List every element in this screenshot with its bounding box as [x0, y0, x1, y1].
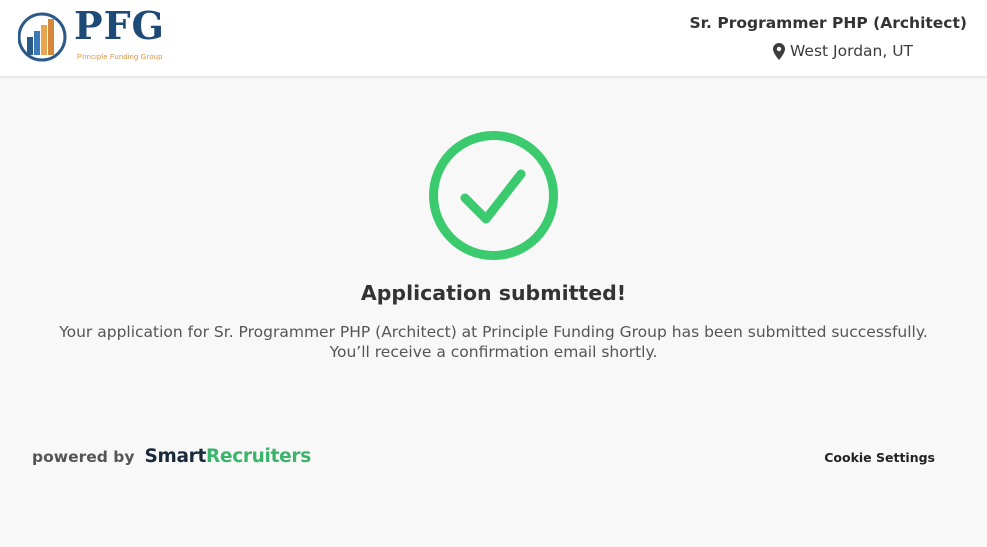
- pfg-bar-chart-icon: [18, 12, 67, 62]
- success-check-icon: [428, 130, 559, 261]
- powered-by-label: powered by: [32, 447, 135, 466]
- logo-wordmark: PFG: [74, 3, 166, 48]
- logo-subtitle: Principle Funding Group: [77, 52, 163, 61]
- cookie-settings-link[interactable]: Cookie Settings: [824, 450, 935, 465]
- location-text: West Jordan, UT: [790, 42, 914, 60]
- check-circle-icon: [429, 131, 558, 260]
- confirmation-heading: Application submitted!: [360, 281, 627, 305]
- job-location: West Jordan, UT: [773, 42, 913, 60]
- map-pin-icon: [773, 42, 785, 60]
- smartrecruiters-logo[interactable]: SmartRecruiters: [144, 446, 311, 467]
- confirmation-message: Your application for Sr. Programmer PHP …: [59, 323, 928, 361]
- company-logo[interactable]: PFG Principle Funding Group: [18, 3, 178, 66]
- job-title: Sr. Programmer PHP (Architect): [689, 14, 967, 32]
- brand-smart: Smart: [144, 446, 206, 467]
- page-header: PFG Principle Funding Group Sr. Programm…: [0, 0, 987, 76]
- brand-recruiters: Recruiters: [206, 446, 311, 467]
- powered-by: powered by SmartRecruiters: [32, 446, 311, 467]
